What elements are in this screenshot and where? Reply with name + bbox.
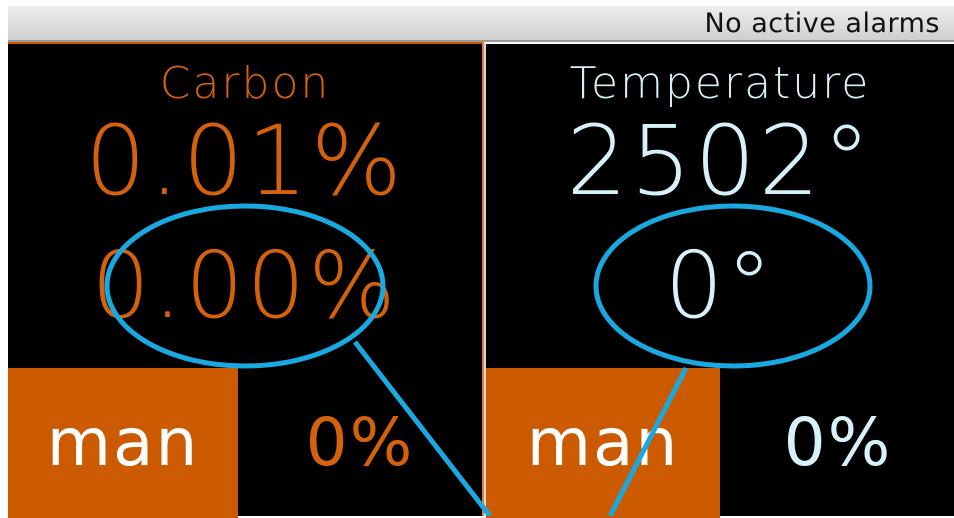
- carbon-panel: Carbon 0.01% 0.00% man 0%: [8, 42, 482, 518]
- temperature-output-value: 0%: [783, 404, 893, 481]
- temperature-setpoint-value[interactable]: 0°: [486, 236, 954, 336]
- alarm-status-text: No active alarms: [704, 8, 940, 39]
- carbon-mode-button[interactable]: man: [8, 368, 238, 518]
- temperature-panel: Temperature 2502° 0° man 0%: [484, 42, 954, 518]
- carbon-title: Carbon: [159, 58, 331, 109]
- controller-screen: No active alarms Carbon 0.01% 0.00% man …: [0, 0, 954, 518]
- temperature-actual-value: 2502°: [566, 105, 874, 217]
- status-bar: No active alarms: [8, 6, 954, 42]
- temperature-title: Temperature: [569, 58, 871, 109]
- carbon-setpoint-value[interactable]: 0.00%: [8, 236, 482, 336]
- carbon-output-value: 0%: [305, 404, 415, 481]
- temperature-mode-button[interactable]: man: [486, 368, 720, 518]
- carbon-actual-value: 0.01%: [85, 105, 405, 217]
